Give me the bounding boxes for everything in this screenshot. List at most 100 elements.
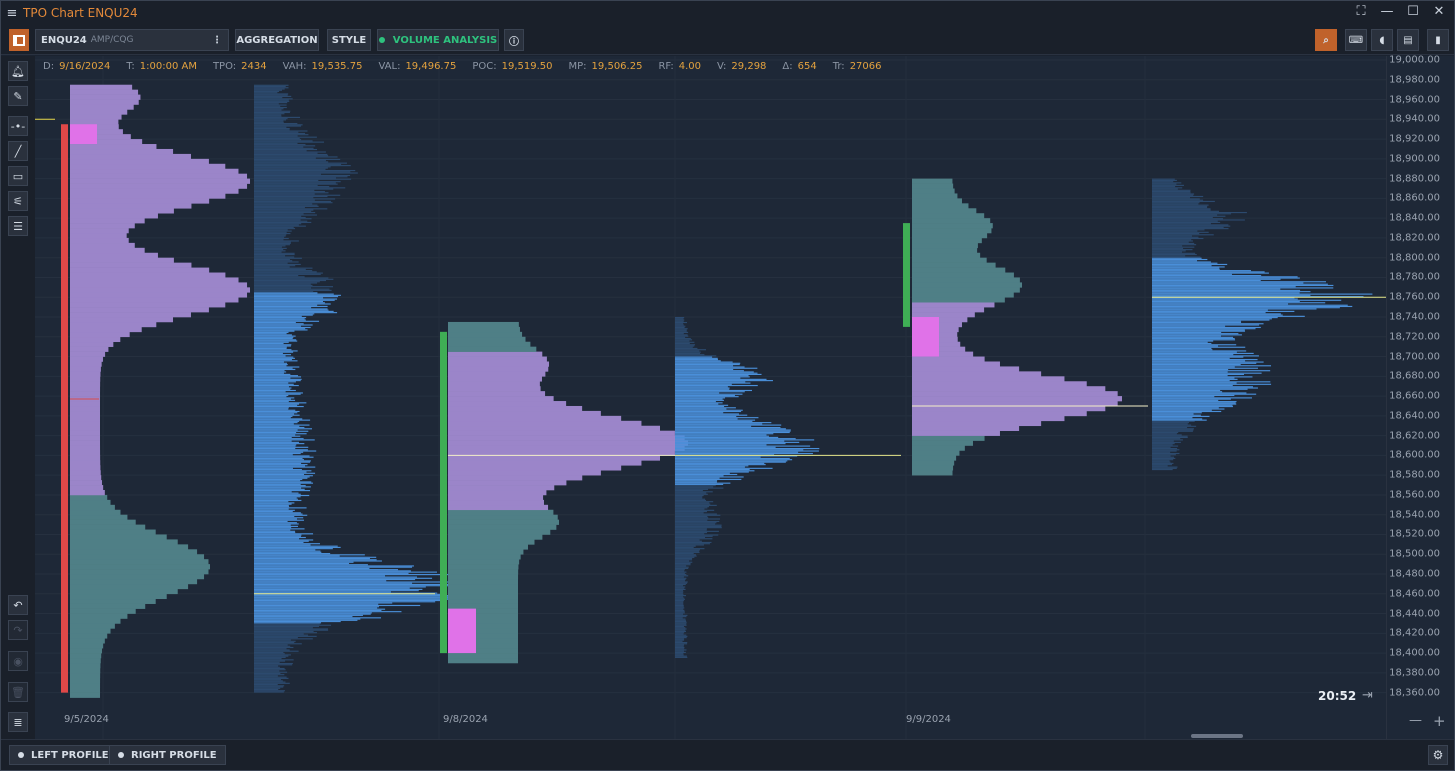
volume-bar — [1152, 179, 1177, 182]
volume-bar — [254, 426, 305, 429]
notes-icon[interactable]: ☰ — [8, 216, 28, 236]
volume-bar — [254, 349, 292, 351]
volume-bar — [675, 629, 686, 631]
volume-bar — [675, 476, 744, 478]
tpo-row — [448, 326, 520, 333]
tpo-row — [70, 114, 122, 120]
volume-bar — [1152, 436, 1188, 439]
volume-bar — [254, 517, 304, 519]
volume-bar — [1152, 215, 1226, 217]
volume-bar — [254, 511, 293, 513]
volume-bar — [254, 359, 292, 361]
volume-bar — [254, 565, 414, 567]
template-icon[interactable]: ▤ — [1397, 29, 1419, 51]
volume-bar — [254, 368, 296, 371]
fullscreen-icon[interactable]: ⛶ — [1354, 4, 1368, 19]
volume-bar — [1152, 367, 1258, 369]
volume-bar — [254, 127, 290, 130]
close-icon[interactable]: ✕ — [1432, 4, 1446, 19]
search-chart-icon[interactable]: ⌕ — [1315, 29, 1337, 51]
volume-bar — [254, 354, 291, 356]
tpo-row — [912, 252, 981, 258]
volume-bar — [254, 111, 290, 114]
volume-bar — [675, 425, 752, 427]
tpo-row — [448, 440, 689, 446]
trend-line-icon[interactable]: ╱ — [8, 141, 28, 161]
info-tpo-label: TPO: — [212, 61, 237, 72]
rectangle-icon[interactable]: ▭ — [8, 166, 28, 186]
price-tick-label: 18,840.00 — [1389, 212, 1440, 224]
volume-bar — [1152, 282, 1304, 284]
zoom-out-icon[interactable]: — — [1409, 713, 1422, 728]
volume-bar — [675, 532, 708, 534]
volume-bar — [254, 451, 304, 453]
volume-bar — [254, 655, 289, 657]
horizontal-line-icon[interactable]: -•- — [8, 116, 28, 136]
volume-analysis-button[interactable]: VOLUME ANALYSIS — [377, 29, 499, 51]
volume-bar — [675, 511, 707, 513]
tpo-row — [70, 218, 145, 224]
volume-bar — [254, 559, 377, 561]
tpo-row — [912, 232, 988, 239]
volume-bar — [254, 318, 305, 320]
scroll-to-end-icon[interactable]: ⇥ — [1362, 688, 1373, 703]
alert-bell-icon[interactable]: 🔔︎ — [8, 61, 28, 81]
symbol-selector[interactable]: ENQU24 AMP/CQG ⋮ — [35, 29, 229, 51]
volume-bar — [675, 549, 701, 551]
tpo-row — [448, 475, 583, 481]
fibonacci-icon[interactable]: ⚟ — [8, 191, 28, 211]
volume-bar — [1152, 234, 1214, 236]
gear-icon[interactable]: ⚙ — [1428, 745, 1448, 765]
minimize-icon[interactable]: — — [1380, 4, 1394, 19]
keyboard-icon[interactable]: ⌨ — [1345, 29, 1367, 51]
style-button[interactable]: STYLE — [327, 29, 371, 51]
volume-bar — [675, 625, 684, 628]
info-panel-icon[interactable]: ⓘ — [504, 29, 524, 51]
pencil-icon[interactable]: ✎ — [8, 86, 28, 106]
tpo-row — [70, 267, 210, 273]
volume-bar — [254, 130, 308, 132]
volume-bar — [675, 360, 721, 362]
volume-bar — [675, 514, 721, 516]
volume-bar — [1152, 309, 1268, 311]
volume-bar — [254, 419, 311, 421]
volume-bar — [675, 649, 687, 651]
right-profile-button[interactable]: RIGHT PROFILE — [109, 745, 226, 765]
volume-bar — [1152, 352, 1254, 354]
volume-bar — [1152, 205, 1208, 207]
aggregation-button[interactable]: AGGREGATION — [235, 29, 319, 51]
tpo-row — [70, 213, 158, 219]
undo-icon[interactable]: ↶ — [8, 595, 28, 615]
zoom-in-icon[interactable]: + — [1433, 712, 1446, 730]
side-panel-icon[interactable]: ▮ — [1427, 29, 1449, 51]
volume-bar — [254, 292, 318, 294]
volume-bar — [254, 242, 291, 245]
tpo-chart-area[interactable]: D: 9/16/2024 T: 1:00:00 AM TPO: 2434 VAH: 19… — [35, 56, 1386, 739]
volume-bar — [254, 361, 284, 363]
volume-bar — [254, 146, 304, 148]
volume-bar — [254, 440, 292, 442]
left-profile-button[interactable]: LEFT PROFILE — [9, 745, 118, 765]
more-options-icon[interactable]: ⋮ — [212, 35, 222, 46]
volume-bar — [675, 391, 745, 393]
volume-bar — [675, 654, 684, 656]
horizontal-scrollbar[interactable] — [1191, 734, 1243, 738]
volume-bar — [675, 480, 718, 482]
volume-bar — [675, 371, 754, 373]
volume-bar — [675, 630, 687, 633]
volume-bar — [254, 480, 301, 482]
tpo-highlight — [448, 608, 476, 654]
mouse-icon[interactable]: ◖ — [1371, 29, 1393, 51]
object-list-icon[interactable]: ≣ — [8, 712, 28, 732]
tpo-row — [70, 109, 128, 115]
volume-bar — [675, 540, 702, 542]
volume-bar — [1152, 354, 1234, 356]
maximize-icon[interactable]: ☐ — [1406, 4, 1420, 19]
volume-bar — [254, 634, 309, 636]
hamburger-icon[interactable]: ≡ — [1, 6, 23, 21]
volume-bar — [254, 200, 331, 203]
volume-bar — [254, 273, 321, 275]
price-axis[interactable]: 19,000.00 18,980.00 18,960.00 18,940.00 18,9… — [1386, 55, 1454, 739]
panel-toggle-button[interactable] — [9, 29, 29, 51]
volume-bar — [1152, 392, 1247, 394]
